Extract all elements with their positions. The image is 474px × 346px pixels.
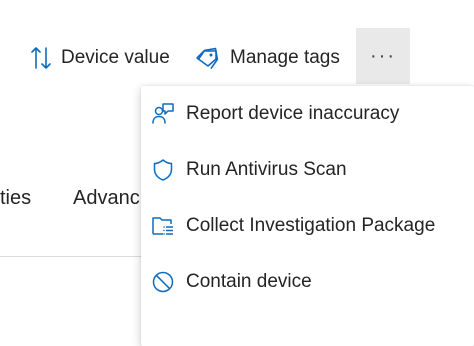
device-value-label: Device value	[61, 47, 170, 68]
tag-icon	[195, 47, 221, 69]
sort-arrows-icon	[30, 45, 52, 71]
menu-item-run-antivirus-scan[interactable]: Run Antivirus Scan	[141, 146, 474, 194]
person-feedback-icon	[151, 102, 175, 126]
menu-item-collect-investigation-package[interactable]: Collect Investigation Package	[141, 202, 474, 250]
folder-list-icon	[151, 214, 175, 238]
tab-advanced[interactable]: Advanc	[73, 187, 140, 210]
shield-icon	[151, 158, 175, 182]
device-value-button[interactable]: Device value	[30, 40, 170, 76]
tab-properties[interactable]: ties	[0, 187, 31, 210]
manage-tags-button[interactable]: Manage tags	[195, 40, 340, 76]
menu-item-label: Contain device	[186, 271, 312, 292]
menu-item-label: Report device inaccuracy	[186, 103, 400, 124]
more-options-label: ···	[370, 44, 396, 67]
more-options-button[interactable]: ···	[356, 28, 410, 84]
menu-item-report-device-inaccuracy[interactable]: Report device inaccuracy	[141, 90, 474, 138]
prohibited-icon	[151, 270, 175, 294]
manage-tags-label: Manage tags	[230, 47, 340, 68]
menu-item-label: Run Antivirus Scan	[186, 159, 347, 180]
menu-item-contain-device[interactable]: Contain device	[141, 258, 474, 306]
menu-item-label: Collect Investigation Package	[186, 215, 436, 236]
tabs-divider	[0, 256, 150, 257]
